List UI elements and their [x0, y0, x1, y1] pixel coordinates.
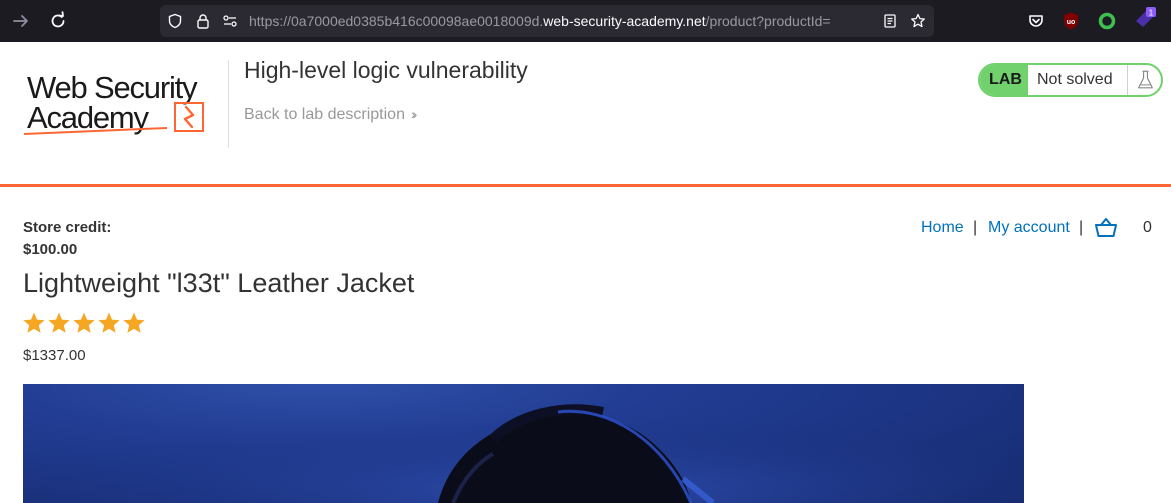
- lab-header: Web Security Academy High-level logic vu…: [0, 42, 1171, 184]
- lab-status-text: Not solved: [1037, 71, 1113, 88]
- star-rating: [22, 311, 147, 337]
- star-icon: [98, 312, 120, 333]
- url-text[interactable]: https://0a7000ed0385b416c00098ae0018009d…: [249, 13, 869, 29]
- extension-badge-icon[interactable]: 1: [1133, 7, 1157, 31]
- shopping-basket-icon[interactable]: [1094, 216, 1118, 240]
- header-accent-rule: [0, 184, 1171, 187]
- web-security-academy-logo[interactable]: Web Security Academy: [22, 62, 227, 137]
- product-title: Lightweight "l33t" Leather Jacket: [23, 268, 415, 298]
- browser-toolbar: https://0a7000ed0385b416c00098ae0018009d…: [0, 0, 1171, 42]
- nav-separator: |: [1079, 219, 1084, 236]
- back-to-lab-description-link[interactable]: Back to lab description ››: [244, 106, 418, 124]
- star-icon: [123, 312, 145, 333]
- ublock-label: uo: [1067, 19, 1076, 26]
- status-ring-icon[interactable]: [1097, 11, 1117, 31]
- url-path: /product?productId=: [705, 13, 831, 29]
- pocket-icon[interactable]: [1026, 11, 1046, 31]
- star-icon: [73, 312, 95, 333]
- store-credit-value: $100.00: [23, 241, 78, 258]
- address-bar[interactable]: https://0a7000ed0385b416c00098ae0018009d…: [160, 5, 934, 37]
- url-host: web-security-academy.net: [543, 13, 706, 29]
- reload-icon[interactable]: [48, 11, 68, 31]
- forward-arrow-icon[interactable]: [11, 11, 31, 31]
- lab-status-badge: LAB Not solved: [978, 63, 1163, 97]
- ublock-origin-icon[interactable]: uo: [1061, 11, 1081, 31]
- url-prefix: https://0a7000ed0385b416c00098ae0018009d…: [249, 13, 544, 29]
- star-icon: [48, 312, 70, 333]
- store-credit-label: Store credit:: [23, 219, 112, 236]
- star-icon: [23, 312, 45, 333]
- nav-my-account-link[interactable]: My account: [988, 219, 1070, 237]
- nav-separator: |: [973, 219, 978, 236]
- reader-view-icon[interactable]: [882, 13, 898, 29]
- lab-badge-label: LAB: [980, 65, 1028, 95]
- nav-home-link[interactable]: Home: [921, 219, 964, 237]
- shield-icon[interactable]: [167, 13, 183, 29]
- product-photo-art: [23, 384, 1024, 503]
- flask-icon: [1127, 65, 1153, 95]
- lab-title: High-level logic vulnerability: [244, 57, 528, 83]
- product-image: [23, 384, 1024, 503]
- cart-count: 0: [1143, 219, 1152, 236]
- lock-icon[interactable]: [195, 13, 211, 29]
- extension-badge-count: 1: [1149, 9, 1154, 18]
- double-chevron-right-icon: ››: [410, 106, 418, 122]
- back-link-label: Back to lab description: [244, 106, 405, 123]
- bookmark-star-icon[interactable]: [910, 13, 926, 29]
- header-divider: [228, 60, 229, 148]
- product-price: $1337.00: [23, 347, 86, 364]
- permissions-icon[interactable]: [222, 13, 238, 29]
